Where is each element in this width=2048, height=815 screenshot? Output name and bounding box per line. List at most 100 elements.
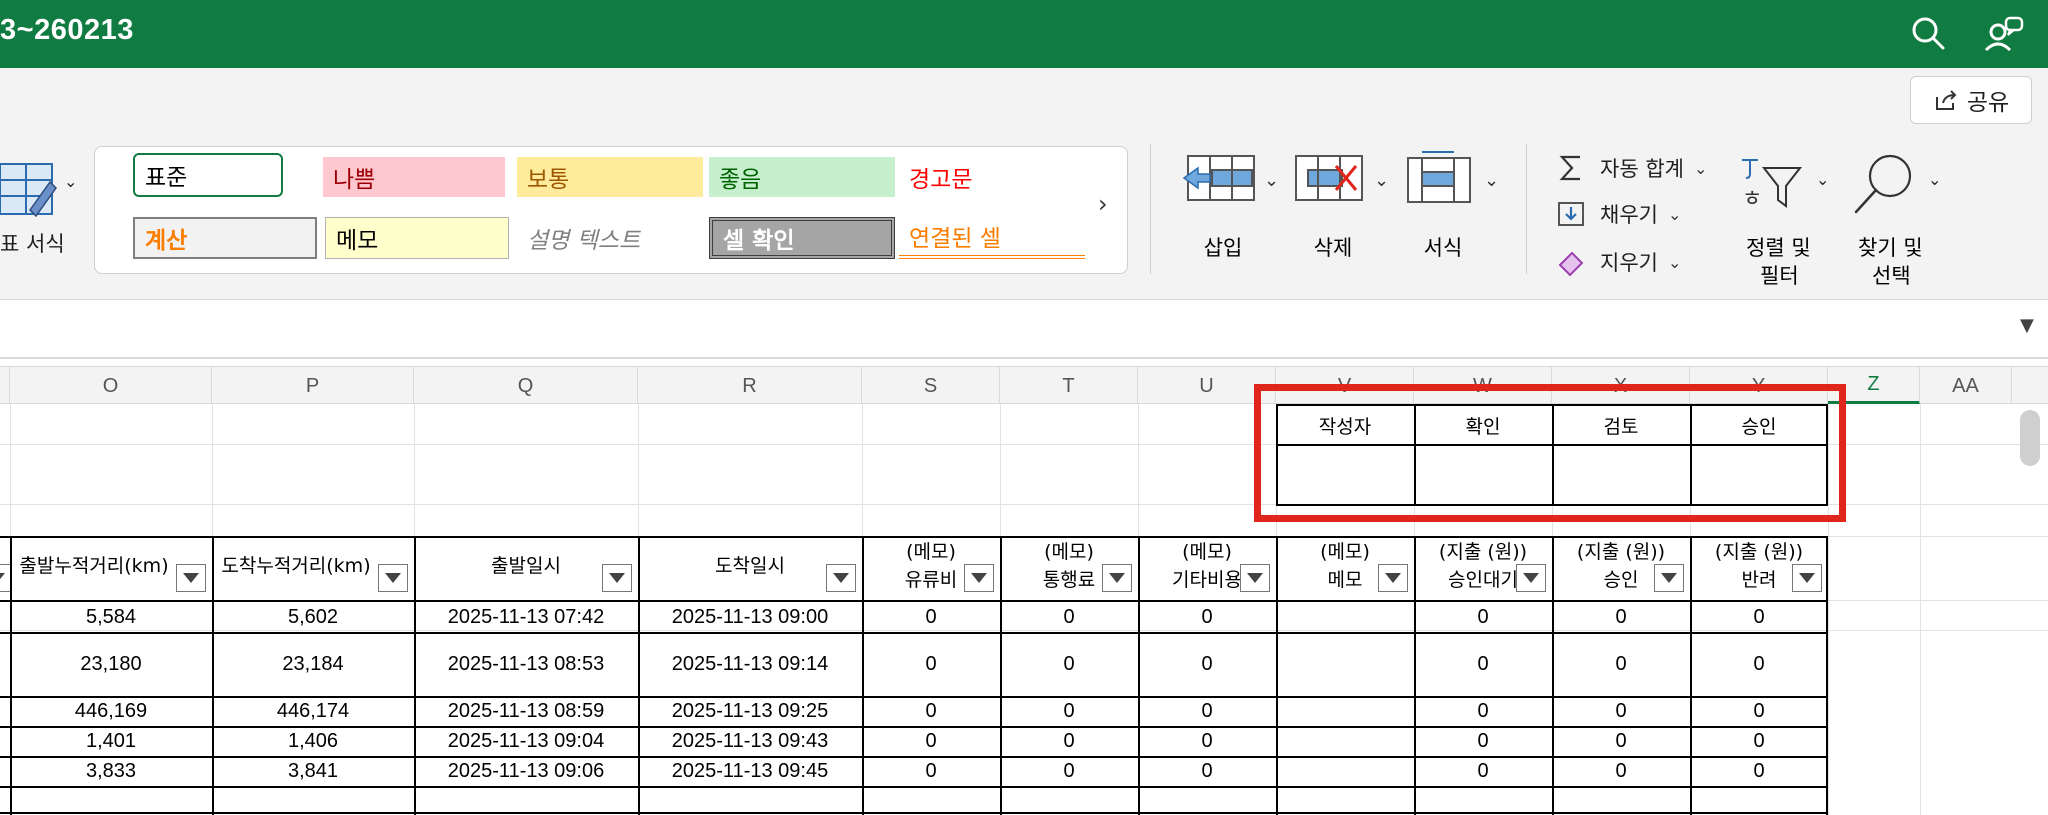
table-cell[interactable]: 0: [862, 756, 1000, 786]
format-button[interactable]: ⌄ 서식: [1396, 150, 1506, 300]
table-cell[interactable]: 0: [1138, 632, 1276, 696]
style-note[interactable]: 메모: [325, 217, 509, 259]
fill-button[interactable]: 채우기 ⌄: [1556, 196, 1681, 232]
table-cell[interactable]: 0: [1414, 726, 1552, 756]
table-cell[interactable]: 0: [1138, 602, 1276, 632]
table-cell[interactable]: 0: [1690, 756, 1828, 786]
filter-dropdown-button[interactable]: [1654, 564, 1684, 592]
table-cell[interactable]: 1,401: [10, 726, 212, 756]
sort-filter-button[interactable]: ㅎ ⌄ 정렬 및 필터: [1736, 150, 1842, 290]
style-good[interactable]: 좋음: [709, 157, 895, 197]
style-warning[interactable]: 경고문: [899, 157, 1085, 197]
column-header-P[interactable]: P: [212, 367, 414, 405]
table-cell[interactable]: 0: [1690, 726, 1828, 756]
table-cell[interactable]: 2025-11-13 08:53: [414, 632, 638, 696]
table-cell[interactable]: [1276, 696, 1414, 726]
style-normal[interactable]: 표준: [133, 153, 283, 197]
clear-button[interactable]: 지우기 ⌄: [1556, 244, 1681, 280]
style-check-cell[interactable]: 셀 확인: [709, 217, 895, 259]
style-neutral[interactable]: 보통: [517, 157, 703, 197]
table-cell[interactable]: [1276, 756, 1414, 786]
table-cell[interactable]: 0: [1552, 696, 1690, 726]
table-cell[interactable]: 446,174: [212, 696, 414, 726]
table-cell[interactable]: 5,584: [10, 602, 212, 632]
table-cell[interactable]: [1276, 602, 1414, 632]
table-cell[interactable]: 0: [1552, 632, 1690, 696]
table-cell[interactable]: 0: [1000, 602, 1138, 632]
style-linked-cell[interactable]: 연결된 셀: [899, 217, 1085, 259]
table-cell[interactable]: 2025-11-13 09:00: [638, 602, 862, 632]
highlight-box: [1254, 384, 1846, 522]
column-header-Q[interactable]: Q: [414, 367, 638, 405]
table-cell[interactable]: 0: [1552, 602, 1690, 632]
autosum-button[interactable]: 자동 합계 ⌄: [1556, 150, 1707, 186]
table-cell[interactable]: 2025-11-13 09:25: [638, 696, 862, 726]
filter-dropdown-button[interactable]: [1378, 564, 1408, 592]
account-icon[interactable]: [1982, 12, 2026, 56]
table-cell[interactable]: 2025-11-13 09:04: [414, 726, 638, 756]
search-icon[interactable]: [1908, 14, 1948, 54]
filter-dropdown-button[interactable]: [378, 564, 408, 592]
table-cell[interactable]: 23,180: [10, 632, 212, 696]
table-cell[interactable]: 0: [1414, 756, 1552, 786]
table-cell[interactable]: 1,406: [212, 726, 414, 756]
insert-button[interactable]: ⌄ 삽입: [1176, 150, 1286, 300]
filter-dropdown-button[interactable]: [602, 564, 632, 592]
column-header-T[interactable]: T: [1000, 367, 1138, 405]
table-cell[interactable]: 0: [1690, 632, 1828, 696]
table-cell[interactable]: 2025-11-13 09:45: [638, 756, 862, 786]
table-cell[interactable]: 23,184: [212, 632, 414, 696]
filter-dropdown-button[interactable]: [826, 564, 856, 592]
column-header-partial[interactable]: [0, 367, 10, 405]
table-cell[interactable]: 0: [1138, 756, 1276, 786]
table-cell[interactable]: 0: [1138, 726, 1276, 756]
formula-bar[interactable]: ▼: [0, 301, 2048, 359]
table-cell[interactable]: 0: [1000, 632, 1138, 696]
table-cell[interactable]: 3,833: [10, 756, 212, 786]
column-header-O[interactable]: O: [10, 367, 212, 405]
table-cell[interactable]: 0: [862, 602, 1000, 632]
filter-dropdown-button[interactable]: [176, 564, 206, 592]
table-cell[interactable]: 2025-11-13 09:43: [638, 726, 862, 756]
column-header-S[interactable]: S: [862, 367, 1000, 405]
table-cell[interactable]: 0: [862, 696, 1000, 726]
table-cell[interactable]: 0: [1414, 696, 1552, 726]
filter-dropdown-button[interactable]: [964, 564, 994, 592]
table-cell[interactable]: [1276, 726, 1414, 756]
table-cell[interactable]: 0: [1690, 696, 1828, 726]
vertical-scrollbar[interactable]: [2020, 410, 2040, 466]
table-cell[interactable]: [1276, 632, 1414, 696]
style-explanatory[interactable]: 설명 텍스트: [517, 217, 703, 259]
table-cell[interactable]: 0: [1414, 602, 1552, 632]
table-cell[interactable]: 0: [1000, 696, 1138, 726]
filter-dropdown-button[interactable]: [1516, 564, 1546, 592]
style-bad[interactable]: 나쁨: [323, 157, 505, 197]
chevron-right-icon[interactable]: ›: [1098, 190, 1108, 218]
table-cell[interactable]: 3,841: [212, 756, 414, 786]
table-cell[interactable]: 2025-11-13 09:06: [414, 756, 638, 786]
filter-dropdown-button[interactable]: [1240, 564, 1270, 592]
caret-down-icon[interactable]: ▼: [2020, 315, 2034, 336]
table-cell[interactable]: 5,602: [212, 602, 414, 632]
table-cell[interactable]: 2025-11-13 07:42: [414, 602, 638, 632]
table-cell[interactable]: 0: [1690, 602, 1828, 632]
style-calculation[interactable]: 계산: [133, 217, 317, 259]
find-select-button[interactable]: ⌄ 찾기 및 선택: [1848, 150, 1948, 290]
column-header-R[interactable]: R: [638, 367, 862, 405]
share-button[interactable]: 공유: [1910, 76, 2032, 124]
delete-button[interactable]: ⌄ 삭제: [1286, 150, 1396, 300]
table-cell[interactable]: 0: [862, 726, 1000, 756]
column-header-AA[interactable]: AA: [1920, 367, 2012, 405]
table-cell[interactable]: 0: [1000, 726, 1138, 756]
table-cell[interactable]: 0: [1414, 632, 1552, 696]
table-cell[interactable]: 0: [862, 632, 1000, 696]
table-cell[interactable]: 446,169: [10, 696, 212, 726]
filter-dropdown-button[interactable]: [1792, 564, 1822, 592]
table-cell[interactable]: 0: [1138, 696, 1276, 726]
table-cell[interactable]: 0: [1552, 756, 1690, 786]
table-cell[interactable]: 2025-11-13 09:14: [638, 632, 862, 696]
table-cell[interactable]: 0: [1000, 756, 1138, 786]
filter-dropdown-button[interactable]: [1102, 564, 1132, 592]
table-cell[interactable]: 0: [1552, 726, 1690, 756]
table-cell[interactable]: 2025-11-13 08:59: [414, 696, 638, 726]
